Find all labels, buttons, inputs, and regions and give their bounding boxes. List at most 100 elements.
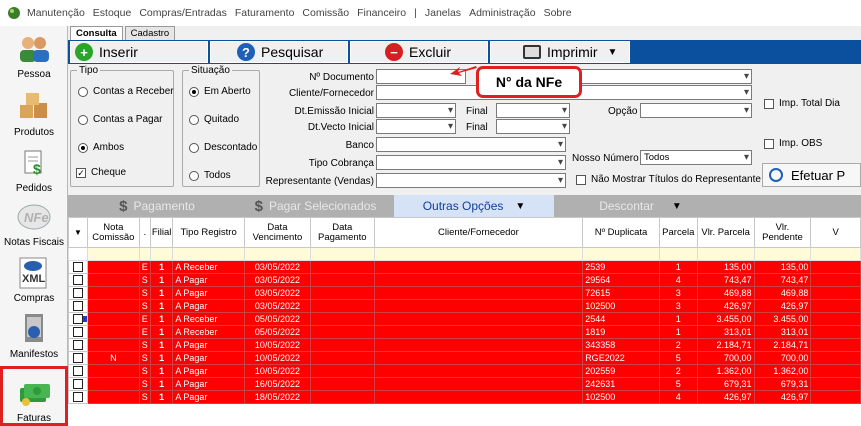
banco-select[interactable] xyxy=(376,137,566,152)
row-checkbox[interactable] xyxy=(72,340,83,350)
representante-select[interactable] xyxy=(376,173,566,188)
dt-vecto-final-input[interactable] xyxy=(496,119,570,134)
row-checkbox[interactable] xyxy=(72,366,83,376)
menu-item-1[interactable]: Estoque xyxy=(93,7,132,19)
radio-descontado[interactable]: Descontado xyxy=(189,142,257,153)
radio-todos[interactable]: Todos xyxy=(189,170,231,181)
table-cell: S xyxy=(138,390,151,404)
row-checkbox[interactable] xyxy=(72,353,83,363)
row-checkbox[interactable] xyxy=(72,327,83,337)
checkbox-imp-obs[interactable]: Imp. OBS xyxy=(764,138,822,149)
radio-em-aberto[interactable]: Em Aberto xyxy=(189,86,251,97)
tipo-cobranca-select[interactable] xyxy=(376,155,566,170)
sidebar-item-compras[interactable]: XML Compras xyxy=(0,250,68,306)
column-header[interactable]: V xyxy=(810,217,861,248)
table-cell: 1 xyxy=(149,299,174,313)
select-all-header[interactable]: ▼ xyxy=(68,217,88,248)
table-row[interactable]: S1A Pagar 16/05/2022 242631 5 679,31 679,31 xyxy=(68,377,861,391)
menu-item-7[interactable]: Janelas xyxy=(425,7,461,19)
row-checkbox[interactable] xyxy=(72,275,83,285)
column-header[interactable]: Filial xyxy=(149,217,174,248)
nosso-numero-select[interactable]: Todos xyxy=(640,150,752,165)
chevron-down-icon: ▼ xyxy=(515,200,526,212)
sidebar-item-label: Produtos xyxy=(13,127,55,138)
radio-contas-receber[interactable]: Contas a Receber xyxy=(78,86,174,97)
sidebar-item-manifestos[interactable]: Manifestos xyxy=(0,306,68,362)
row-checkbox[interactable] xyxy=(72,301,83,311)
table-cell: A Pagar xyxy=(172,299,246,313)
sidebar-item-pessoa[interactable]: Pessoa xyxy=(0,26,68,82)
table-cell: 1.362,00 xyxy=(753,364,812,378)
table-row[interactable]: S1A Pagar 03/05/2022 72615 3 469,88 469,88 xyxy=(68,286,861,300)
column-header[interactable]: Parcela xyxy=(658,217,698,248)
row-checkbox[interactable] xyxy=(72,392,83,402)
table-row[interactable]: NS1A Pagar 10/05/2022 RGE2022 5 700,00 700,00 xyxy=(68,351,861,365)
column-header[interactable]: Nota Comissão xyxy=(86,217,140,248)
sidebar-item-faturas[interactable]: Faturas xyxy=(0,366,68,426)
pagar-selecionados-button[interactable]: $ Pagar Selecionados xyxy=(238,195,393,217)
menu-item-4[interactable]: Comissão xyxy=(302,7,349,19)
table-row[interactable]: S1A Pagar 03/05/2022 102500 3 426,97 426,97 xyxy=(68,299,861,313)
label-nosso-numero: Nosso Número xyxy=(572,153,639,164)
dt-emissao-final-input[interactable] xyxy=(496,103,570,118)
table-cell: A Receber xyxy=(172,325,246,339)
dt-vecto-inicial-input[interactable] xyxy=(376,119,456,134)
pagamento-button[interactable]: $ Pagamento xyxy=(98,195,216,217)
menu-bar: Manutenção Estoque Compras/Entradas Faturam… xyxy=(0,0,861,26)
faturas-table: ▼ Nota Comissão. Filial Tipo Registro Data V… xyxy=(68,217,861,404)
column-header[interactable]: . xyxy=(138,217,151,248)
table-cell: 03/05/2022 xyxy=(244,299,311,313)
column-header[interactable]: Vlr. Pendente xyxy=(753,217,812,248)
menu-item-2[interactable]: Compras/Entradas xyxy=(139,7,227,19)
table-row[interactable]: S1A Pagar 03/05/2022 29564 4 743,47 743,47 xyxy=(68,273,861,287)
column-header[interactable]: Data Vencimento xyxy=(244,217,311,248)
numero-documento-extra-select[interactable] xyxy=(578,69,752,84)
menu-item-5[interactable]: Financeiro xyxy=(357,7,406,19)
menu-item-9[interactable]: Sobre xyxy=(544,7,572,19)
xml-icon: XML xyxy=(14,255,54,291)
column-header[interactable]: Tipo Registro xyxy=(172,217,246,248)
table-cell: 1 xyxy=(149,377,174,391)
column-header[interactable]: Cliente/Fornecedor xyxy=(373,217,584,248)
row-checkbox[interactable] xyxy=(72,262,83,272)
row-checkbox[interactable] xyxy=(72,314,83,324)
table-row[interactable]: S1A Pagar 18/05/2022 102500 4 426,97 426,97 xyxy=(68,390,861,404)
checkbox-cheque[interactable]: ✓ Cheque xyxy=(76,167,126,178)
checkbox-imp-total-dia[interactable]: Imp. Total Dia xyxy=(764,98,840,109)
outras-opcoes-button[interactable]: Outras Opções ▼ xyxy=(394,195,554,217)
opcao-select[interactable] xyxy=(640,103,752,118)
table-row[interactable]: E1A Receber 05/05/2022 1819 1 313,01 313,01 xyxy=(68,325,861,339)
tab-cadastro[interactable]: Cadastro xyxy=(124,26,176,40)
descontar-button[interactable]: Descontar ▼ xyxy=(568,195,713,217)
dt-emissao-inicial-input[interactable] xyxy=(376,103,456,118)
tab-consulta[interactable]: Consulta xyxy=(70,26,123,40)
row-checkbox[interactable] xyxy=(72,288,83,298)
column-header[interactable]: Nº Duplicata xyxy=(582,217,660,248)
table-row[interactable]: E1A Receber 03/05/2022 2539 1 135,00 135,00 xyxy=(68,260,861,274)
table-row[interactable]: E1A Receber 05/05/2022 2544 1 3.455,00 3.455,… xyxy=(68,312,861,326)
table-cell: 16/05/2022 xyxy=(244,377,311,391)
table-cell xyxy=(373,260,584,274)
filter-row[interactable] xyxy=(68,247,861,261)
sidebar-item-pedidos[interactable]: $ Pedidos xyxy=(0,140,68,196)
row-checkbox[interactable] xyxy=(72,379,83,389)
sidebar-item-produtos[interactable]: Produtos xyxy=(0,84,68,140)
column-header[interactable]: Vlr. Parcela xyxy=(696,217,755,248)
print-button[interactable]: Imprimir ▼ xyxy=(490,41,630,63)
radio-contas-pagar[interactable]: Contas a Pagar xyxy=(78,114,163,125)
table-row[interactable]: S1A Pagar 10/05/2022 202559 2 1.362,00 1.362,… xyxy=(68,364,861,378)
search-button[interactable]: ? Pesquisar xyxy=(210,41,348,63)
sidebar-item-notas-fiscais[interactable]: NFe Notas Fiscais xyxy=(0,194,68,250)
radio-quitado[interactable]: Quitado xyxy=(189,114,239,125)
menu-item-3[interactable]: Faturamento xyxy=(235,7,295,19)
menu-item-8[interactable]: Administração xyxy=(469,7,536,19)
insert-button[interactable]: + Inserir xyxy=(70,41,208,63)
radio-ambos[interactable]: Ambos xyxy=(78,142,124,153)
column-header[interactable]: Data Pagamento xyxy=(309,217,375,248)
menu-item-0[interactable]: Manutenção xyxy=(27,7,85,19)
checkbox-nao-mostrar[interactable]: Não Mostrar Títulos do Representante xyxy=(576,174,761,185)
label-numero-documento: Nº Documento xyxy=(309,72,374,83)
table-row[interactable]: S1A Pagar 10/05/2022 343358 2 2.184,71 2.184,… xyxy=(68,338,861,352)
efetuar-button[interactable]: Efetuar P xyxy=(762,163,861,187)
callout-nfe: N° da NFe xyxy=(476,66,582,98)
